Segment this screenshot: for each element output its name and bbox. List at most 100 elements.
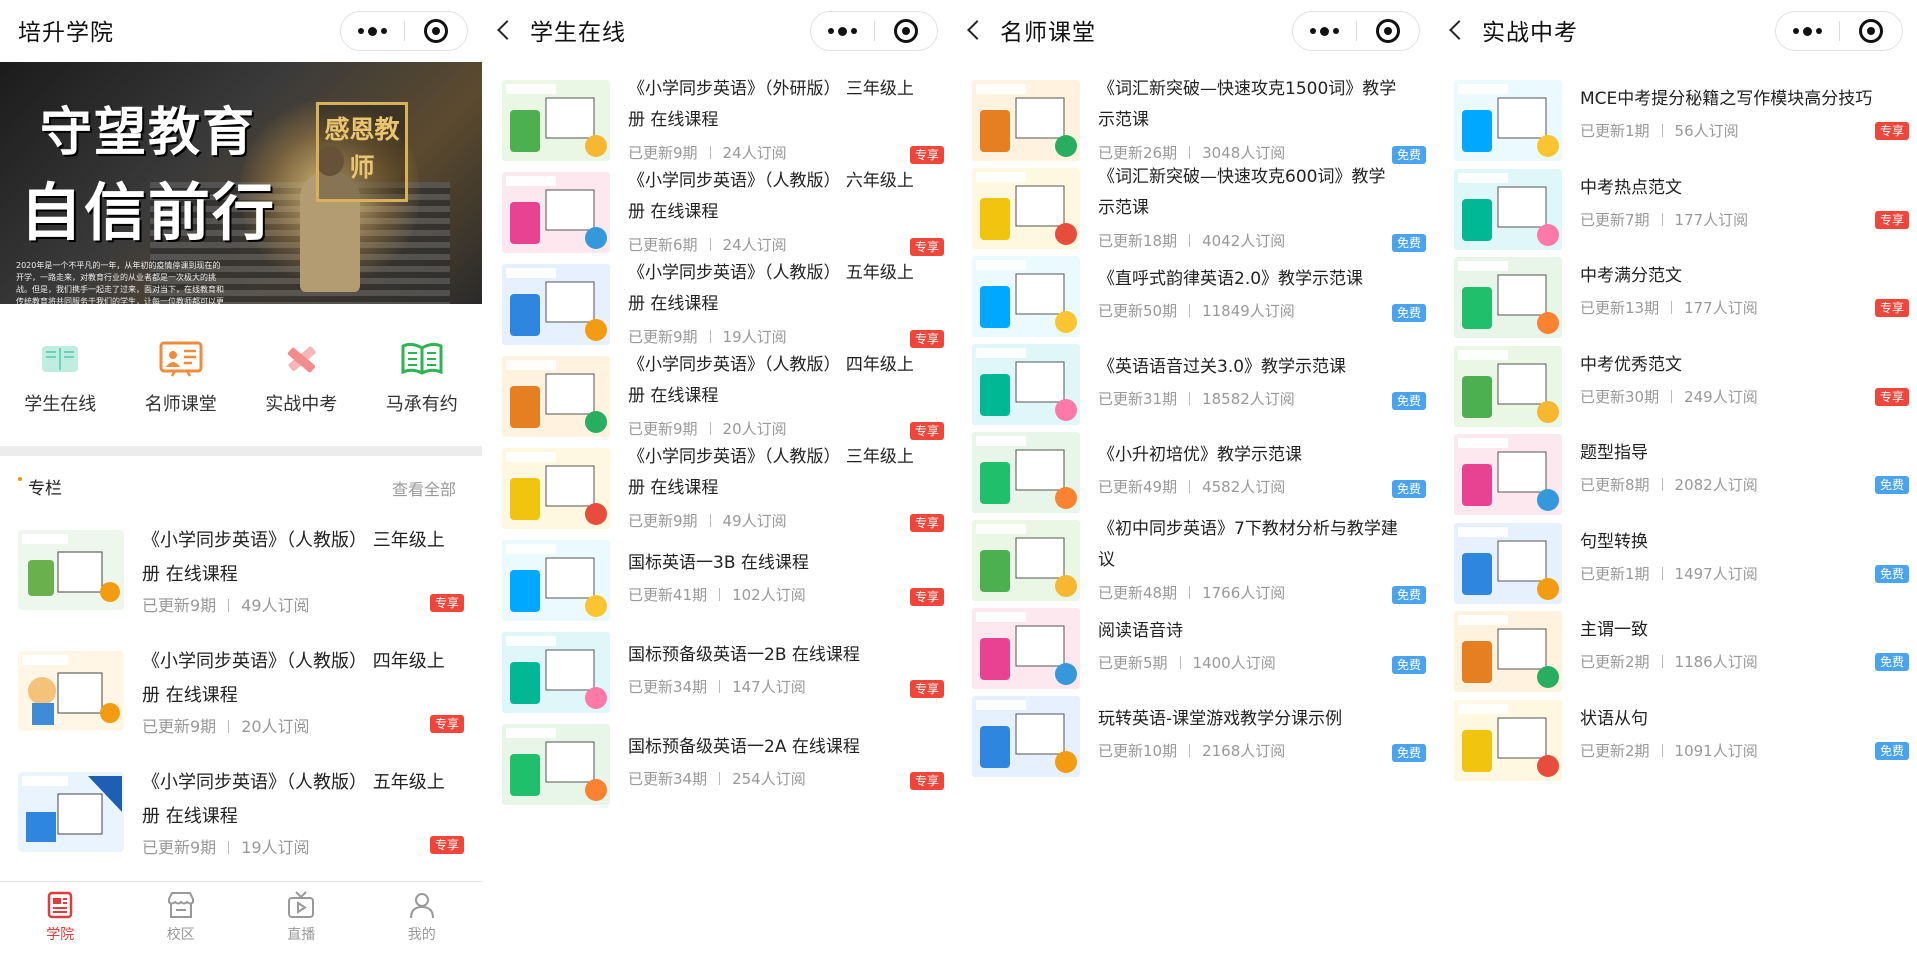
course-thumbnail — [1454, 168, 1562, 250]
document-icon — [45, 890, 75, 920]
back-arrow-icon[interactable] — [494, 19, 516, 41]
course-thumbnail — [502, 724, 610, 805]
update-count: 已更新50期 — [1098, 302, 1178, 320]
free-badge: 免费 — [1874, 741, 1909, 760]
quicknav-student-online[interactable]: 学生在线 — [0, 340, 121, 440]
list-item[interactable]: 《直呼式韵律英语2.0》教学示范课 已更新50期 11849人订阅 免费 — [952, 242, 1434, 337]
course-name: 《小升初培优》教学示范课 — [1098, 445, 1302, 465]
list-item[interactable]: 《初中同步英语》7下教材分析与教学建议 已更新48期 1766人订阅 免费 — [952, 506, 1434, 604]
free-badge: 免费 — [1391, 392, 1426, 410]
course-thumbnail — [1454, 522, 1562, 604]
list-item[interactable]: 句型转换 已更新1期 1497人订阅 免费 — [1434, 509, 1917, 604]
update-count: 已更新2期 — [1580, 653, 1650, 671]
hero-banner[interactable]: 守望教育 自信前行 感恩教师 2020年是一个不平凡的一年，从年初的疫情停课到现… — [0, 62, 482, 304]
more-options-icon[interactable] — [341, 12, 404, 50]
course-name: 玩转英语-课堂游戏教学分课示例 — [1098, 709, 1343, 729]
course-thumbnail — [972, 256, 1080, 337]
list-item[interactable]: 《词汇新突破—快速攻克600词》教学示范课 已更新18期 4042人订阅 免费 — [952, 154, 1434, 252]
update-count: 已更新7期 — [1580, 210, 1650, 229]
list-item[interactable]: MCE中考提分秘籍之写作模块高分技巧 已更新1期 56人订阅 专享 — [1434, 66, 1917, 161]
tab-academy[interactable]: 学院 — [0, 882, 121, 953]
course-list: 《词汇新突破—快速攻克1500词》教学示范课 已更新26期 3048人订阅 免费 … — [952, 66, 1434, 777]
list-item[interactable]: 《小学同步英语》（人教版） 四年级上册 在线课程 已更新9期 20人订阅 专享 — [0, 639, 482, 760]
tab-live[interactable]: 直播 — [241, 882, 362, 953]
quicknav-label: 学生在线 — [24, 394, 97, 415]
list-item[interactable]: 《英语语音过关3.0》教学示范课 已更新31期 18582人订阅 免费 — [952, 330, 1434, 425]
tv-icon — [286, 890, 316, 920]
exclusive-badge: 专享 — [1874, 299, 1909, 317]
update-count: 已更新5期 — [1098, 654, 1168, 672]
more-options-icon[interactable] — [811, 12, 874, 50]
quicknav-macheng[interactable]: 马承有约 — [362, 340, 483, 440]
list-item[interactable]: 《小学同步英语》（人教版） 三年级上册 在线课程 已更新9期 49人订阅 专享 — [482, 434, 952, 532]
list-item[interactable]: 《小学同步英语》（人教版） 三年级上册 在线课程 已更新9期 49人订阅 专享 — [0, 518, 482, 639]
close-miniprogram-icon[interactable] — [405, 12, 468, 50]
panel-teacher-class: 名师课堂 《词汇新突破—快速攻克1500词》教学示范课 已更新26期 3048人订… — [952, 0, 1434, 953]
more-options-icon[interactable] — [1776, 12, 1839, 50]
tab-campus[interactable]: 校区 — [121, 882, 242, 953]
list-item[interactable]: 阅读语音诗 已更新5期 1400人订阅 免费 — [952, 594, 1434, 689]
course-meta: 已更新8期 2082人订阅 — [1580, 474, 1758, 495]
course-meta: 已更新30期 249人订阅 — [1580, 386, 1758, 407]
course-thumbnail — [1454, 345, 1562, 427]
quicknav-exam-practice[interactable]: 实战中考 — [241, 340, 362, 440]
list-item[interactable]: 《小学同步英语》（人教版） 五年级上册 在线课程 已更新9期 19人订阅 专享 — [482, 250, 952, 348]
close-miniprogram-icon[interactable] — [1357, 12, 1420, 50]
list-item[interactable]: 状语从句 已更新2期 1091人订阅 免费 — [1434, 686, 1917, 781]
list-item[interactable]: 《小学同步英语》（外研版） 三年级上册 在线课程 已更新9期 24人订阅 专享 — [482, 66, 952, 164]
list-item[interactable]: 《词汇新突破—快速攻克1500词》教学示范课 已更新26期 3048人订阅 免费 — [952, 66, 1434, 164]
list-item[interactable]: 中考满分范文 已更新13期 177人订阅 专享 — [1434, 243, 1917, 338]
list-item[interactable]: 《小学同步英语》（人教版） 四年级上册 在线课程 已更新9期 20人订阅 专享 — [482, 342, 952, 440]
list-item[interactable]: 主谓一致 已更新2期 1186人订阅 免费 — [1434, 597, 1917, 692]
banner-tag: 感恩教师 — [316, 102, 408, 202]
course-thumbnail — [972, 168, 1080, 249]
update-count: 已更新49期 — [1098, 478, 1178, 496]
subscriber-count: 102人订阅 — [732, 586, 806, 604]
user-icon — [407, 890, 437, 920]
course-thumbnail — [1454, 434, 1562, 515]
list-item[interactable]: 国标预备级英语一2B 在线课程 已更新34期 147人订阅 专享 — [482, 618, 952, 713]
course-thumbnail — [972, 80, 1080, 161]
list-item[interactable]: 国标预备级英语一2A 在线课程 已更新34期 254人订阅 专享 — [482, 710, 952, 805]
list-item[interactable]: 中考热点范文 已更新7期 177人订阅 专享 — [1434, 155, 1917, 250]
list-item[interactable]: 题型指导 已更新8期 2082人订阅 免费 — [1434, 420, 1917, 515]
course-name: 中考热点范文 — [1580, 177, 1682, 198]
more-options-icon[interactable] — [1293, 12, 1356, 50]
quicknav-teacher-class[interactable]: 名师课堂 — [121, 340, 242, 440]
exclusive-badge: 专享 — [429, 715, 464, 733]
subscriber-count: 1091人订阅 — [1674, 741, 1758, 760]
course-meta: 已更新50期 11849人订阅 — [1098, 300, 1295, 321]
course-name: 《小学同步英语》（人教版） 五年级上册 在线课程 — [628, 263, 914, 314]
update-count: 已更新1期 — [1580, 564, 1650, 583]
list-item[interactable]: 《小学同步英语》（人教版） 五年级上册 在线课程 已更新9期 19人订阅 专享 — [0, 760, 482, 881]
course-thumbnail — [502, 172, 610, 253]
close-miniprogram-icon[interactable] — [1840, 12, 1903, 50]
course-name: 《小学同步英语》（人教版） 四年级上册 在线课程 — [142, 651, 445, 706]
close-miniprogram-icon[interactable] — [875, 12, 938, 50]
column-list: 《小学同步英语》（人教版） 三年级上册 在线课程 已更新9期 49人订阅 专享 《… — [0, 518, 482, 881]
back-arrow-icon[interactable] — [1446, 19, 1468, 41]
list-item[interactable]: 国标英语一3B 在线课程 已更新41期 102人订阅 专享 — [482, 526, 952, 621]
update-count: 已更新30期 — [1580, 387, 1660, 406]
free-badge: 免费 — [1874, 653, 1909, 671]
quicknav-label: 实战中考 — [265, 394, 338, 415]
update-count: 已更新13期 — [1580, 299, 1660, 317]
list-item[interactable]: 玩转英语-课堂游戏教学分课示例 已更新10期 2168人订阅 免费 — [952, 682, 1434, 777]
update-count: 已更新34期 — [628, 678, 708, 696]
bottom-tab-bar: 学院 校区 直播 我的 — [0, 881, 482, 953]
list-item[interactable]: 《小升初培优》教学示范课 已更新49期 4582人订阅 免费 — [952, 418, 1434, 513]
view-all-link[interactable]: 查看全部 — [392, 476, 456, 500]
course-list: 《小学同步英语》（外研版） 三年级上册 在线课程 已更新9期 24人订阅 专享 《… — [482, 66, 952, 805]
list-item[interactable]: 《小学同步英语》（人教版） 六年级上册 在线课程 已更新6期 24人订阅 专享 — [482, 158, 952, 256]
back-arrow-icon[interactable] — [964, 19, 986, 41]
course-name: 《小学同步英语》（人教版） 三年级上册 在线课程 — [628, 447, 914, 498]
tab-mine[interactable]: 我的 — [362, 882, 483, 953]
list-item[interactable]: 中考优秀范文 已更新30期 249人订阅 专享 — [1434, 332, 1917, 427]
course-name: 《小学同步英语》（人教版） 三年级上册 在线课程 — [142, 530, 445, 585]
page-title: 名师课堂 — [1000, 20, 1096, 46]
course-name: 《小学同步英语》（人教版） 六年级上册 在线课程 — [628, 171, 914, 222]
panel-student-online: 学生在线 《小学同步英语》（外研版） 三年级上册 在线课程 已更新9期 24人订阅… — [482, 0, 952, 953]
course-meta: 已更新1期 1497人订阅 — [1580, 563, 1758, 584]
course-thumbnail — [972, 344, 1080, 425]
update-count: 已更新2期 — [1580, 741, 1650, 760]
